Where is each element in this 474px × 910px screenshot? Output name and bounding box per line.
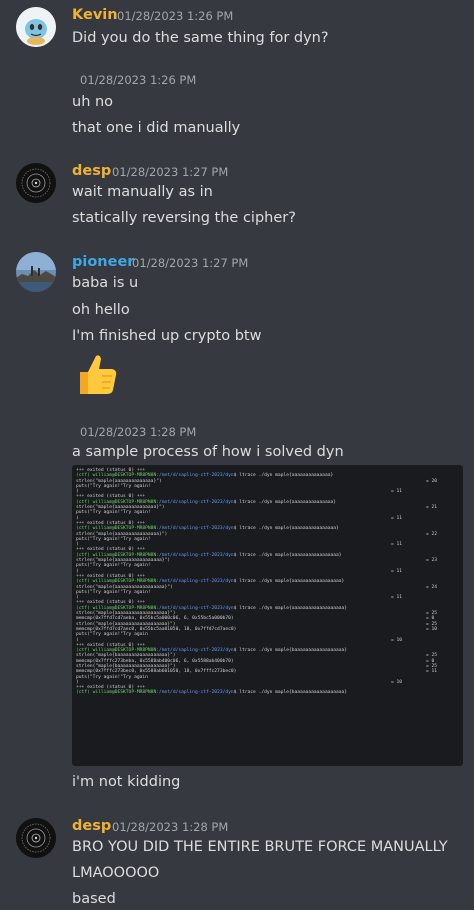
terminal-output: puts("Try again!"Try again!	[76, 483, 151, 489]
avatar-pioneer[interactable]	[16, 252, 56, 292]
terminal-prompt-user: (ctf) william@DESKTOP-MR8PN8N	[76, 605, 157, 611]
terminal-command: $ ltrace ./dyn maple{aaaaaaaaaaaaaaaaaaa…	[233, 605, 348, 611]
message-text: that one i did manually	[72, 120, 241, 136]
message-timestamp: 01/28/2023 1:28 PM	[80, 425, 197, 439]
terminal-command: $ ltrace ./dyn maple{aaaaaaaaaaaaaaa}	[233, 499, 337, 505]
message-text: I'm finished up crypto btw	[72, 328, 262, 344]
terminal-output: puts("Try again!"Try again	[76, 632, 148, 638]
terminal-prompt-user: (ctf) william@DESKTOP-MR8PN8N	[76, 579, 157, 585]
terminal-command: $ ltrace ./dyn maple{aaaaaaaaaaaaaaaaaa}	[233, 579, 345, 585]
avatar-kevin[interactable]	[16, 7, 56, 47]
terminal-output: puts("Try again!"Try again!	[76, 536, 151, 542]
message-text: a sample process of how i solved dyn	[72, 444, 344, 460]
message-text: oh hello	[72, 302, 130, 318]
terminal-output: )	[76, 515, 79, 521]
terminal-prompt-path: :/mnt/d/sapling-ctf-2023/dyn	[156, 690, 234, 696]
terminal-line: (ctf) william@DESKTOP-MR8PN8N:/mnt/d/sap…	[76, 690, 459, 695]
terminal-output: strlen("maple{aaaaaaaaaaaaaaaaaaa}")	[76, 621, 176, 627]
terminal-prompt-user: (ctf) william@DESKTOP-MR8PN8N	[76, 690, 157, 696]
message-timestamp: 01/28/2023 1:26 PM	[117, 9, 234, 23]
terminal-output: puts("Try again!"Try again!	[76, 510, 151, 516]
emblem-avatar-icon	[16, 818, 56, 858]
message-timestamp: 01/28/2023 1:26 PM	[80, 73, 197, 87]
terminal-output: memcmp(0x7fffc273beba, 0x5588ab400c06, 6…	[76, 658, 234, 664]
emblem-avatar-icon	[16, 163, 56, 203]
terminal-command: $ ltrace ./dyn maple{aaaaaaaaaaaaaaaa}	[233, 526, 339, 532]
message-text: Did you do the same thing for dyn?	[72, 30, 329, 46]
terminal-output: memcmp(0x7ffd7cd7aeba, 0x55bc5a000c06, 6…	[76, 616, 234, 622]
terminal-prompt-path: :/mnt/d/sapling-ctf-2023/dyn	[156, 526, 234, 532]
avatar-desp[interactable]	[16, 163, 56, 203]
thumbs-up-emoji[interactable]	[72, 350, 120, 398]
terminal-prompt-user: (ctf) william@DESKTOP-MR8PN8N	[76, 552, 157, 558]
terminal-command: $ ltrace ./dyn maple{baaaaaaaaaaaaaaaaaa…	[233, 648, 348, 654]
author-name[interactable]: desp	[72, 816, 111, 836]
message-text: statically reversing the cipher?	[72, 210, 296, 226]
terminal-prompt-path: :/mnt/d/sapling-ctf-2023/dyn	[156, 579, 234, 585]
terminal-output: puts("Try again!"Try again!	[76, 563, 151, 569]
terminal-output: strlen("maple{aaaaaaaaaaaaaaaa}")	[76, 531, 168, 537]
terminal-output: )	[76, 637, 79, 643]
message-timestamp: 01/28/2023 1:27 PM	[112, 165, 229, 179]
terminal-command: $ ltrace ./dyn maple{baaaaaaaaaaaaaaaaaa…	[233, 690, 348, 696]
terminal-command: $ ltrace ./dyn maple{aaaaaaaaaaaaaaaaa}	[233, 552, 342, 558]
squirtle-avatar-icon	[16, 7, 56, 47]
terminal-screenshot[interactable]: +++ exited (status 0) +++ (ctf) william@D…	[72, 465, 463, 766]
message-text: baba is u	[72, 275, 139, 291]
terminal-output: memcmp(0x7fffc273bec0, 0x5588ab601050, 1…	[76, 669, 237, 675]
message-text: i'm not kidding	[72, 774, 181, 790]
terminal-output: puts("Try again!"Try again	[76, 674, 148, 680]
message-timestamp: 01/28/2023 1:27 PM	[132, 256, 249, 270]
author-name[interactable]: Kevin	[72, 5, 118, 25]
terminal-output: strlen("maple{aaaaaaaaaaaaaa}")	[76, 478, 162, 484]
terminal-output: strlen("maple{baaaaaaaaaaaaaaaaaa}")	[76, 653, 176, 659]
terminal-prompt-user: (ctf) william@DESKTOP-MR8PN8N	[76, 473, 157, 479]
terminal-output: +++ exited (status 0) +++	[76, 494, 146, 500]
message-text: LMAOOOOO	[72, 865, 160, 881]
author-name[interactable]: desp	[72, 161, 111, 181]
terminal-prompt-path: :/mnt/d/sapling-ctf-2023/dyn	[156, 473, 234, 479]
terminal-output: )	[76, 568, 79, 574]
terminal-output: +++ exited (status 0) +++	[76, 600, 146, 606]
avatar-desp[interactable]	[16, 818, 56, 858]
terminal-output: puts("Try again!"Try again!	[76, 589, 151, 595]
terminal-output: +++ exited (status 0) +++	[76, 547, 146, 553]
terminal-prompt-user: (ctf) william@DESKTOP-MR8PN8N	[76, 526, 157, 532]
message-text: BRO YOU DID THE ENTIRE BRUTE FORCE MANUA…	[72, 839, 448, 855]
terminal-prompt-path: :/mnt/d/sapling-ctf-2023/dyn	[156, 499, 234, 505]
terminal-output: strlen("maple{aaaaaaaaaaaaaaaaaa}")	[76, 584, 173, 590]
thumbs-up-icon	[80, 355, 117, 394]
terminal-prompt-path: :/mnt/d/sapling-ctf-2023/dyn	[156, 552, 234, 558]
landscape-avatar-icon	[16, 252, 56, 292]
message-timestamp: 01/28/2023 1:28 PM	[112, 820, 229, 834]
message-text: uh no	[72, 94, 114, 110]
message-text: based	[72, 891, 116, 907]
terminal-prompt-path: :/mnt/d/sapling-ctf-2023/dyn	[156, 605, 234, 611]
author-name[interactable]: pioneer	[72, 252, 134, 272]
terminal-command: $ ltrace ./dyn maple{aaaaaaaaaaaaaa}	[233, 473, 334, 479]
message-text: wait manually as in	[72, 184, 213, 200]
